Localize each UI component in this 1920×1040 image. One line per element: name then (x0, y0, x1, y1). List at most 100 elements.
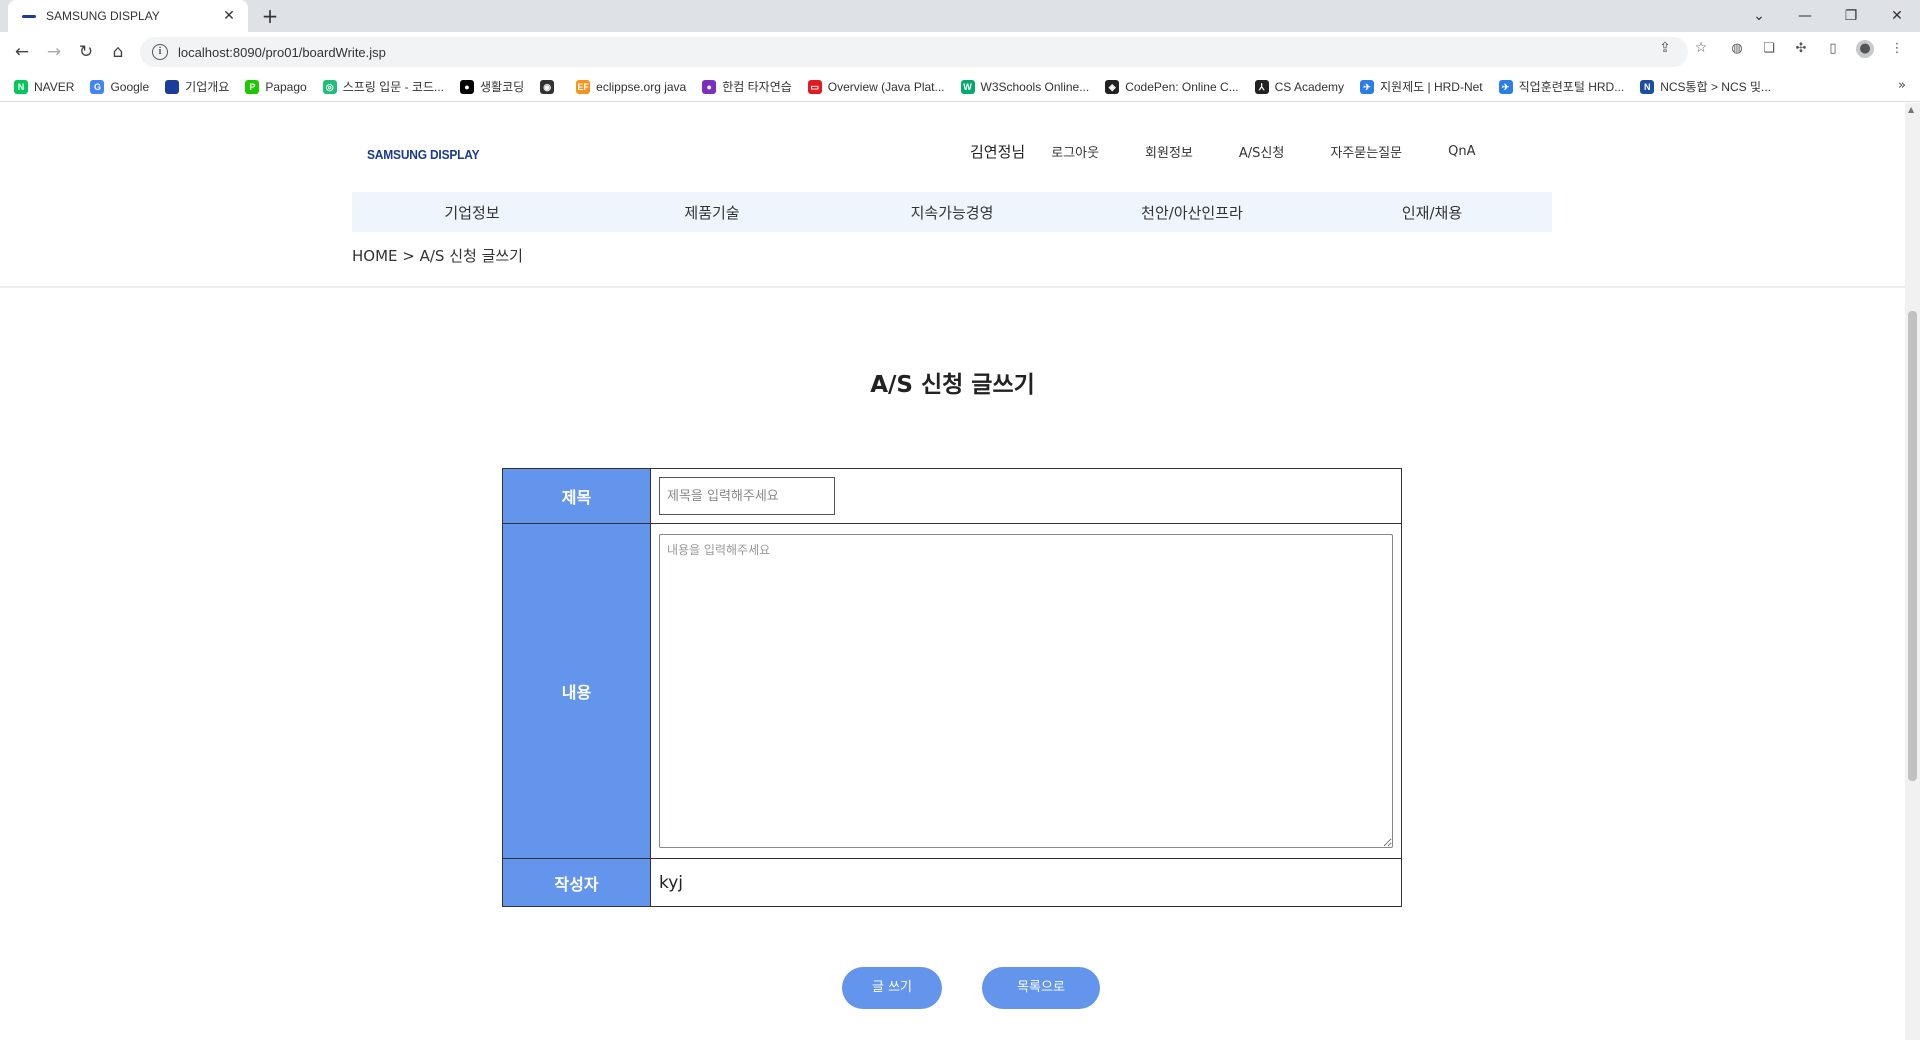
bookmark-item[interactable]: W W3Schools Online... (960, 79, 1090, 94)
codepen-icon: ◈ (1105, 79, 1120, 94)
back-icon[interactable]: ← (10, 40, 34, 64)
subject-input[interactable] (659, 477, 835, 515)
omnibox[interactable]: i localhost:8090/pro01/boardWrite.jsp (140, 37, 1688, 67)
share-icon[interactable]: ⇪ (1656, 40, 1674, 56)
bookmark-item[interactable]: ◉ (540, 79, 560, 94)
bookmark-item[interactable]: 기업개요 (165, 78, 229, 95)
new-tab-icon[interactable]: + (258, 4, 282, 28)
back-to-list-button[interactable]: 목록으로 (982, 967, 1100, 1009)
content-textarea[interactable] (659, 534, 1393, 848)
faq-link[interactable]: 자주묻는질문 (1330, 142, 1402, 161)
qna-link[interactable]: QnA (1448, 144, 1475, 159)
close-tab-icon[interactable]: ✕ (220, 8, 238, 24)
bookmark-label: 지원제도 | HRD-Net (1380, 80, 1483, 94)
bookmark-item[interactable]: ◈ CodePen: Online C... (1105, 79, 1239, 94)
home-icon[interactable]: ⌂ (106, 40, 130, 64)
bookmark-label: NCS통합 > NCS 및... (1660, 80, 1772, 94)
menu-item-infrastructure[interactable]: 천안/아산인프라 (1072, 202, 1312, 223)
subject-row: 제목 (502, 468, 1402, 524)
opentutorials-icon: ● (459, 79, 474, 94)
bookmark-label: Google (110, 79, 150, 94)
extension-translate-icon[interactable]: ◍ (1728, 40, 1746, 58)
eclipse-icon: EF (576, 79, 591, 94)
menu-item-sustainability[interactable]: 지속가능경영 (832, 202, 1072, 223)
content-cell (650, 523, 1402, 859)
w3schools-icon: W (960, 79, 975, 94)
bookmarks-bar: N NAVER G Google 기업개요 P Papago ◎ 스프링 입문 - 코드... ●… (0, 72, 1920, 102)
member-info-link[interactable]: 회원정보 (1145, 142, 1193, 161)
menu-item-products[interactable]: 제품기술 (592, 202, 832, 223)
page-scrollbar[interactable]: ▲ (1905, 103, 1920, 1040)
bookmark-label: 직업훈련포털 HRD... (1518, 80, 1625, 94)
google-icon: G (90, 79, 105, 94)
user-greeting: 김연정님 (970, 142, 1026, 161)
bookmark-item[interactable]: N NAVER (14, 79, 75, 94)
browser-tab-strip: SAMSUNG DISPLAY ✕ + ⌄ — ❐ ✕ (0, 0, 1920, 32)
bookmark-label: 한컴 타자연습 (722, 80, 792, 94)
browser-tab[interactable]: SAMSUNG DISPLAY ✕ (8, 0, 248, 32)
page-title: A/S 신청 글쓰기 (870, 372, 1035, 398)
tab-search-icon[interactable]: ⌄ (1736, 8, 1782, 24)
samsung-display-logo[interactable]: SAMSUNG DISPLAY (367, 147, 480, 162)
scrollbar-thumb[interactable] (1908, 311, 1917, 781)
bookmark-label: eclippse.org java (596, 79, 687, 94)
writer-cell: kyj (650, 858, 1402, 907)
page-viewport: SAMSUNG DISPLAY 김연정님 로그아웃 회원정보 A/S신청 자주묻… (0, 103, 1905, 1040)
profile-avatar-icon[interactable]: ● (1856, 40, 1874, 58)
bookmark-item[interactable]: ● 생활코딩 (459, 78, 524, 95)
header-divider (0, 286, 1905, 288)
side-panel-icon[interactable]: ▯ (1824, 40, 1842, 58)
window-controls: ⌄ — ❐ ✕ (1736, 0, 1920, 32)
content-row: 내용 (502, 523, 1402, 859)
inflearn-icon: ◎ (322, 79, 337, 94)
restore-icon[interactable]: ❐ (1828, 8, 1874, 24)
utility-nav: 김연정님 로그아웃 회원정보 A/S신청 자주묻는질문 QnA (970, 139, 1475, 163)
forward-icon[interactable]: → (42, 40, 66, 64)
globe-icon: ◉ (540, 79, 555, 94)
more-bookmarks-icon[interactable]: » (1898, 78, 1906, 93)
bookmark-item[interactable]: ⅄ CS Academy (1254, 79, 1344, 94)
hrdnet-icon: ✈ (1498, 79, 1513, 94)
bookmark-item[interactable]: ✈ 직업훈련포털 HRD... (1498, 78, 1625, 95)
naver-icon: N (14, 79, 28, 94)
subject-label: 제목 (502, 468, 651, 524)
bookmark-item[interactable]: G Google (90, 79, 150, 94)
reload-icon[interactable]: ↻ (74, 40, 98, 64)
address-toolbar: ← → ↻ ⌂ i localhost:8090/pro01/boardWrit… (0, 32, 1920, 72)
extension-copy-icon[interactable]: ❏ (1760, 40, 1778, 58)
bookmark-item[interactable]: P Papago (245, 79, 307, 94)
scroll-up-icon[interactable]: ▲ (1908, 105, 1914, 114)
site-info-icon[interactable]: i (152, 44, 168, 60)
submit-button[interactable]: 글 쓰기 (842, 967, 942, 1009)
bookmark-item[interactable]: N NCS통합 > NCS 및... (1640, 78, 1771, 95)
logout-link[interactable]: 로그아웃 (1051, 142, 1099, 161)
bookmark-item[interactable]: ▭ Overview (Java Plat... (807, 79, 945, 94)
bookmark-item[interactable]: ✈ 지원제도 | HRD-Net (1360, 78, 1483, 95)
bookmark-star-icon[interactable]: ☆ (1692, 40, 1710, 56)
as-request-link[interactable]: A/S신청 (1239, 142, 1284, 161)
hancom-icon: ● (702, 79, 717, 94)
bookmark-label: 기업개요 (185, 80, 230, 94)
bookmark-label: Overview (Java Plat... (827, 79, 945, 94)
bookmark-label: 스프링 입문 - 코드... (342, 80, 444, 94)
samsung-favicon-icon (22, 12, 36, 20)
bookmark-label: Papago (265, 79, 307, 94)
minimize-icon[interactable]: — (1782, 8, 1828, 24)
url-text: localhost:8090/pro01/boardWrite.jsp (178, 44, 386, 60)
close-window-icon[interactable]: ✕ (1874, 8, 1920, 24)
bookmark-label: CodePen: Online C... (1125, 79, 1239, 94)
menu-item-careers[interactable]: 인재/채용 (1312, 202, 1552, 223)
menu-item-company[interactable]: 기업정보 (352, 202, 592, 223)
omnibox-actions: ⇪ ☆ (1656, 40, 1710, 56)
bookmark-item[interactable]: EF eclippse.org java (576, 79, 687, 94)
bookmark-label: W3Schools Online... (980, 79, 1090, 94)
extensions-puzzle-icon[interactable]: ✣ (1792, 40, 1810, 58)
bookmark-label: NAVER (34, 79, 75, 94)
bookmark-item[interactable]: ◎ 스프링 입문 - 코드... (322, 78, 444, 95)
content-label: 내용 (502, 523, 651, 859)
main-menu: 기업정보 제품기술 지속가능경영 천안/아산인프라 인재/채용 (352, 192, 1552, 232)
bookmark-item[interactable]: ● 한컴 타자연습 (702, 78, 792, 95)
writer-row: 작성자 kyj (502, 858, 1402, 907)
browser-menu-icon[interactable]: ⋮ (1888, 40, 1906, 58)
papago-icon: P (245, 79, 260, 94)
